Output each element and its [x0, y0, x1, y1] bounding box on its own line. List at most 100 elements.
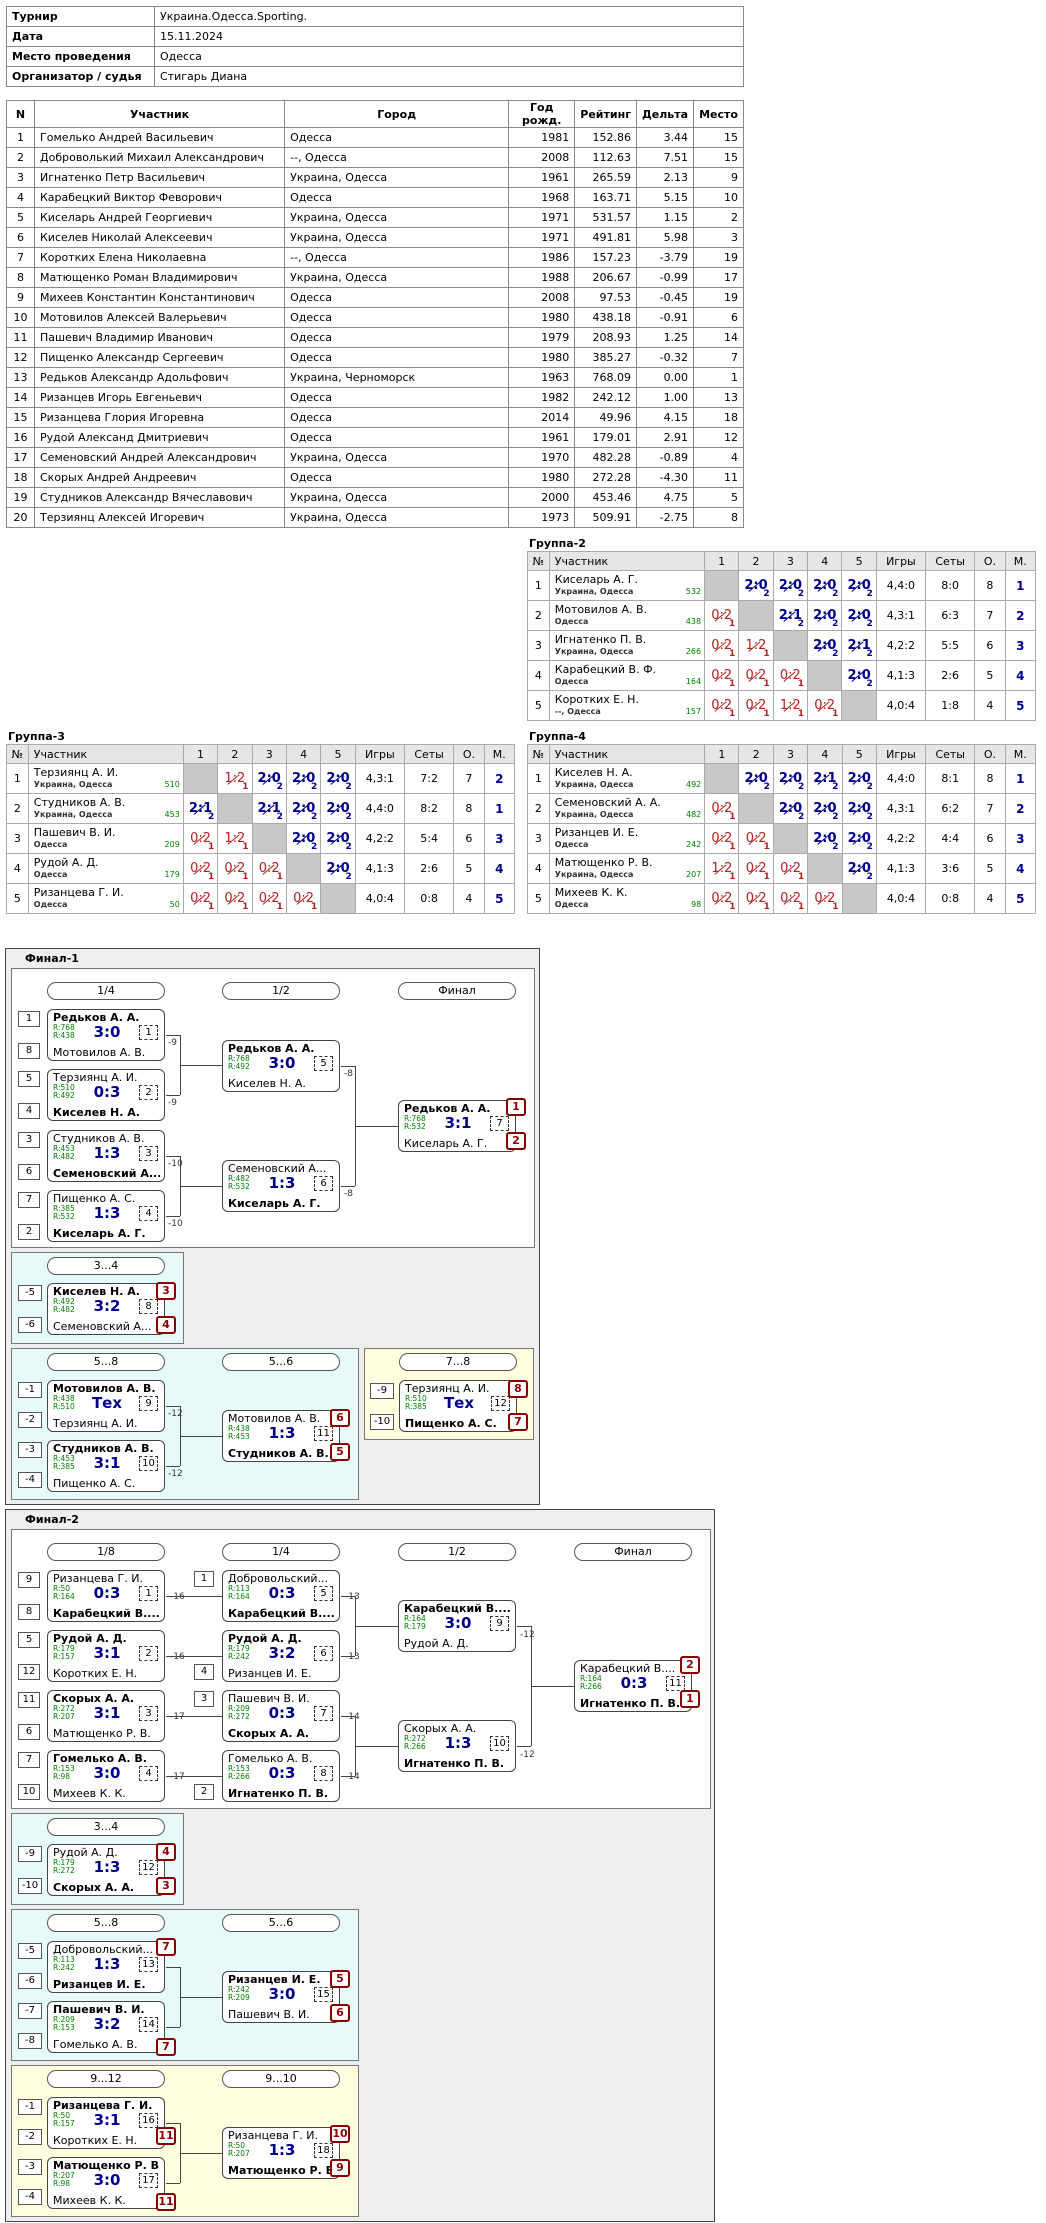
bracket-match[interactable]: Семеновский А... R:482 R:532 1:3 6 Киселарь А…	[222, 1160, 340, 1212]
bracket-match[interactable]: Ризанцева Г. И. R:50 R:164 0:3 1 Карабецкий В…	[47, 1570, 165, 1622]
place-badge: 7	[156, 2038, 176, 2056]
bracket-match[interactable]: Рудой А. Д. R:179 R:157 3:1 2 Коротких Е. Н.	[47, 1630, 165, 1682]
bracket-match[interactable]: Киселев Н. А. R:492 R:482 3:2 8 Семеновский А…	[47, 1283, 165, 1335]
bracket-match[interactable]: Терзиянц А. И. R:510 R:385 Тех 12 Пищенко А. …	[399, 1380, 517, 1432]
participant-cell: 2014	[508, 407, 576, 428]
participant-cell: Одесса	[284, 327, 510, 348]
match-player-2: Рудой А. Д.	[404, 1637, 469, 1650]
participant-cell: Коротких Елена Николаевна	[33, 247, 286, 268]
group-row-number: 2	[527, 793, 550, 824]
participant-cell: Карабецкий Виктор Феворович	[33, 187, 286, 208]
match-number: 9	[490, 1616, 509, 1631]
participants-header-cell: Дельта	[635, 100, 695, 128]
info-row: Турнир Украина.Одесса.Sporting.	[6, 6, 744, 27]
participant-cell: 7.51	[635, 147, 695, 168]
group-header-cell: 5	[841, 744, 877, 764]
participant-cell: 112.63	[574, 147, 637, 168]
bracket-match[interactable]: Ризанцева Г. И. R:50 R:207 1:3 18 Матющенко Р…	[222, 2127, 340, 2179]
match-number: 8	[139, 1299, 158, 1314]
group-result-points: 2	[797, 589, 805, 599]
bracket-match[interactable]: Добровольский... R:113 R:164 0:3 5 Карабецкий…	[222, 1570, 340, 1622]
group-result-points: 2	[866, 872, 873, 882]
participant-cell: 242.12	[574, 387, 637, 408]
participant-cell: Украина, Одесса	[284, 227, 510, 248]
bracket-match[interactable]: Матющенко Р. В. R:207 R:98 3:0 17 Михеев К. К…	[47, 2157, 165, 2209]
participant-cell: Одесса	[284, 407, 510, 428]
group-player-rating: 242	[686, 840, 702, 849]
match-rating-2: R:164	[228, 1592, 250, 1601]
bracket-match[interactable]: Мотовилов А. В. R:438 R:453 1:3 11 Студников …	[222, 1410, 340, 1462]
participant-cell: 17	[6, 447, 35, 468]
place-badge: 4	[156, 1316, 176, 1334]
bracket-match[interactable]: Рудой А. Д. R:179 R:242 3:2 6 Ризанцев И. Е.	[222, 1630, 340, 1682]
match-score: 3:1	[93, 1644, 121, 1662]
bracket-match[interactable]: Гомелько А. В. R:153 R:98 3:0 4 Михеев К. К.	[47, 1750, 165, 1802]
bracket-match[interactable]: Ризанцев И. Е. R:242 R:209 3:0 15 Пашевич В. …	[222, 1971, 340, 2023]
participant-cell: 2000	[508, 487, 576, 508]
group-result-points: 1	[729, 842, 736, 852]
participants-header-cell: Участник	[33, 100, 286, 128]
seed-box: -1	[18, 2099, 42, 2115]
bracket-match[interactable]: Пищенко А. С. R:385 R:532 1:3 4 Киселарь А. Г…	[47, 1190, 165, 1242]
bracket-match[interactable]: Скорых А. А. R:272 R:266 1:3 10 Игнатенко П. …	[398, 1720, 516, 1772]
group-result-cell: 2:02	[738, 763, 774, 794]
bracket-match[interactable]: Студников А. В. R:453 R:385 3:1 10 Пищенко А.…	[47, 1440, 165, 1492]
participant-cell: 9	[6, 287, 35, 308]
group-header-cell: Участник	[548, 744, 706, 764]
bracket-match[interactable]: Редьков А. А. R:768 R:492 3:0 5 Киселев Н. А.	[222, 1040, 340, 1092]
group-place: 2	[1004, 600, 1037, 631]
bracket-match[interactable]: Скорых А. А. R:272 R:207 3:1 3 Матющенко Р. В…	[47, 1690, 165, 1742]
round-label: 3...4	[47, 1818, 165, 1836]
bracket-match[interactable]: Редьков А. А. R:768 R:532 3:1 7 Киселарь А. Г…	[398, 1100, 516, 1152]
bracket-match[interactable]: Терзиянц А. И. R:510 R:492 0:3 2 Киселев Н. А…	[47, 1069, 165, 1121]
participant-cell: 11	[6, 327, 35, 348]
participant-cell: 4	[693, 447, 744, 468]
group-result-points: 2	[832, 782, 839, 792]
bracket-match[interactable]: Пашевич В. И. R:209 R:272 0:3 7 Скорых А. А.	[222, 1690, 340, 1742]
group-header-row: № Участник 1 2 3 4 5 Игры Сеты О. М.	[527, 744, 1037, 764]
group-table: № Участник 1 2 3 4 5 Игры Сеты О. М. 1 Киселев Н. А.…	[527, 744, 1037, 914]
group-sets: 2:6	[925, 660, 976, 691]
tournament-info-table: Турнир Украина.Одесса.Sporting. Дата 15.11…	[6, 6, 744, 87]
seed-box: -2	[18, 2129, 42, 2145]
participant-cell: 385.27	[574, 347, 637, 368]
place-badge: 5	[330, 1443, 350, 1461]
group-points: 4	[453, 883, 485, 914]
connector-line	[355, 1626, 398, 1627]
bracket-match[interactable]: Карабецкий В.... R:164 R:179 3:0 9 Рудой А. Д…	[398, 1600, 516, 1652]
bracket-match[interactable]: Карабецкий В.... R:164 R:266 0:3 11 Игнатенко…	[574, 1660, 692, 1712]
group-games: 4,1:3	[875, 853, 927, 884]
group-header-cell: О.	[453, 744, 485, 764]
bracket-match[interactable]: Редьков А. А. R:768 R:438 3:0 1 Мотовилов А. …	[47, 1009, 165, 1061]
group-result-cell: 1:21	[704, 853, 740, 884]
group-result-points: 1	[763, 709, 770, 719]
group-player-name: Терзиянц А. И.	[33, 765, 119, 779]
bracket-match[interactable]: Ризанцева Г. И. R:50 R:157 3:1 16 Коротких Е.…	[47, 2097, 165, 2149]
group-row-number: 2	[6, 793, 29, 824]
round-label: Финал	[398, 982, 516, 1000]
group-row-number: 4	[6, 853, 29, 884]
group-result-points: 2	[797, 812, 805, 822]
group-place: 1	[483, 793, 516, 824]
group-player-name: Михеев К. К.	[554, 885, 628, 899]
group-header-cell: 1	[182, 744, 219, 764]
match-number: 4	[139, 1206, 158, 1221]
place-badge: 8	[508, 1380, 528, 1398]
bracket-match[interactable]: Рудой А. Д. R:179 R:272 1:3 12 Скорых А. А.	[47, 1844, 165, 1896]
bracket-match[interactable]: Пашевич В. И. R:209 R:153 3:2 14 Гомелько А. …	[47, 2001, 165, 2053]
group-result-points: 2	[866, 842, 873, 852]
group-row-number: 5	[527, 690, 550, 721]
group-row: 1Терзиянц А. И.Украина, Одесса5101:212:0…	[6, 763, 516, 794]
bracket-match[interactable]: Гомелько А. В. R:153 R:266 0:3 8 Игнатенко П.…	[222, 1750, 340, 1802]
group-result-cell: 0:21	[738, 823, 774, 854]
group-place: 5	[1004, 690, 1037, 721]
bracket-match[interactable]: Мотовилов А. В. R:438 R:510 Тех 9 Терзиянц А.…	[47, 1380, 165, 1432]
group-games: 4,1:3	[354, 853, 405, 884]
bracket-match[interactable]: Студников А. В. R:453 R:482 1:3 3 Семеновский…	[47, 1130, 165, 1182]
seed-box: -9	[370, 1383, 394, 1399]
participant-cell: Украина, Одесса	[284, 267, 510, 288]
participant-cell: 438.18	[574, 307, 637, 328]
group-sets: 6:3	[925, 600, 976, 631]
bracket-match[interactable]: Добровольский... R:113 R:242 1:3 13 Ризанцев …	[47, 1941, 165, 1993]
seed-box: 3	[18, 1132, 40, 1148]
